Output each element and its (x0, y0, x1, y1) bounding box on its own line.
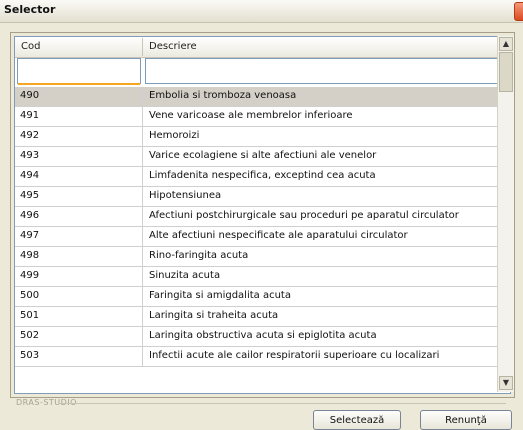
filter-descriere-field[interactable] (145, 58, 507, 84)
cell-cod: 492 (20, 130, 40, 141)
filter-descriere-input[interactable] (146, 59, 506, 83)
cell-divider (142, 247, 143, 266)
cell-cod: 495 (20, 190, 40, 201)
table-row[interactable]: 499 Sinuzita acuta (15, 267, 510, 287)
table-row[interactable]: 503 Infectii acute ale cailor respiratori… (15, 347, 510, 367)
table-row[interactable]: 500 Faringita si amigdalita acuta (15, 287, 510, 307)
cell-divider (142, 207, 143, 226)
scroll-down-button[interactable]: ▼ (499, 376, 513, 390)
cell-cod: 498 (20, 250, 40, 261)
cell-descriere: Faringita si amigdalita acuta (149, 290, 291, 301)
cell-divider (142, 187, 143, 206)
selector-grid: Cod Descriere 490 Embolia si tromboza ven… (14, 36, 511, 394)
cell-descriere: Afectiuni postchirurgicale sau proceduri… (149, 210, 459, 221)
cell-divider (142, 347, 143, 366)
cell-cod: 491 (20, 110, 40, 121)
vertical-scrollbar[interactable]: ▲ ▼ (497, 36, 514, 392)
cell-divider (142, 227, 143, 246)
window-title: Selector (4, 3, 56, 16)
cell-divider (142, 107, 143, 126)
arrow-down-icon: ▼ (502, 378, 510, 387)
table-row[interactable]: 496 Afectiuni postchirurgicale sau proced… (15, 207, 510, 227)
cell-divider (142, 287, 143, 306)
cell-divider (142, 127, 143, 146)
cell-cod: 490 (20, 90, 40, 101)
cell-descriere: Varice ecolagiene si alte afectiuni ale … (149, 150, 377, 161)
scroll-up-button[interactable]: ▲ (499, 37, 513, 51)
footer-divider (58, 403, 506, 404)
cell-descriere: Embolia si tromboza venoasa (149, 90, 297, 101)
cell-divider (142, 147, 143, 166)
cell-divider (142, 167, 143, 186)
cell-cod: 502 (20, 330, 40, 341)
close-button[interactable] (514, 2, 523, 21)
column-header-descriere[interactable]: Descriere (149, 41, 197, 52)
column-separator[interactable] (142, 38, 143, 56)
cell-descriere: Sinuzita acuta (149, 270, 221, 281)
filter-cod-field[interactable] (17, 58, 141, 85)
cell-cod: 499 (20, 270, 40, 281)
table-row[interactable]: 495 Hipotensiunea (15, 187, 510, 207)
grid-header: Cod Descriere (15, 37, 510, 58)
filter-focus-indicator (18, 83, 140, 85)
cancel-button[interactable]: Renunţă (420, 410, 512, 430)
cell-cod: 496 (20, 210, 40, 221)
cell-cod: 501 (20, 310, 40, 321)
cell-divider (142, 267, 143, 286)
cell-descriere: Laringita si traheita acuta (149, 310, 279, 321)
table-row[interactable]: 502 Laringita obstructiva acuta si epiglo… (15, 327, 510, 347)
cell-divider (142, 327, 143, 346)
title-bar: Selector (0, 0, 523, 23)
cell-cod: 503 (20, 350, 40, 361)
cell-descriere: Hemoroizi (149, 130, 200, 141)
cell-descriere: Hipotensiunea (149, 190, 222, 201)
table-row[interactable]: 492 Hemoroizi (15, 127, 510, 147)
table-row[interactable]: 501 Laringita si traheita acuta (15, 307, 510, 327)
table-row[interactable]: 494 Limfadenita nespecifica, exceptind ce… (15, 167, 510, 187)
table-row[interactable]: 498 Rino-faringita acuta (15, 247, 510, 267)
cell-descriere: Infectii acute ale cailor respiratorii s… (149, 350, 440, 361)
cell-divider (142, 87, 143, 106)
scroll-thumb[interactable] (499, 52, 513, 92)
table-row[interactable]: 491 Vene varicoase ale membrelor inferioa… (15, 107, 510, 127)
cell-descriere: Vene varicoase ale membrelor inferioare (149, 110, 353, 121)
cell-descriere: Laringita obstructiva acuta si epiglotit… (149, 330, 377, 341)
arrow-up-icon: ▲ (502, 39, 510, 48)
cell-cod: 493 (20, 150, 40, 161)
column-header-cod[interactable]: Cod (21, 41, 40, 52)
cell-cod: 497 (20, 230, 40, 241)
select-button[interactable]: Selectează (313, 410, 401, 430)
cell-cod: 494 (20, 170, 40, 181)
filter-cod-input[interactable] (18, 59, 140, 83)
table-row[interactable]: 490 Embolia si tromboza venoasa (15, 87, 510, 107)
cell-descriere: Alte afectiuni nespecificate ale aparatu… (149, 230, 408, 241)
cell-divider (142, 307, 143, 326)
cell-descriere: Rino-faringita acuta (149, 250, 249, 261)
table-row[interactable]: 497 Alte afectiuni nespecificate ale apar… (15, 227, 510, 247)
cell-cod: 500 (20, 290, 40, 301)
cell-descriere: Limfadenita nespecifica, exceptind cea a… (149, 170, 376, 181)
table-row[interactable]: 493 Varice ecolagiene si alte afectiuni a… (15, 147, 510, 167)
